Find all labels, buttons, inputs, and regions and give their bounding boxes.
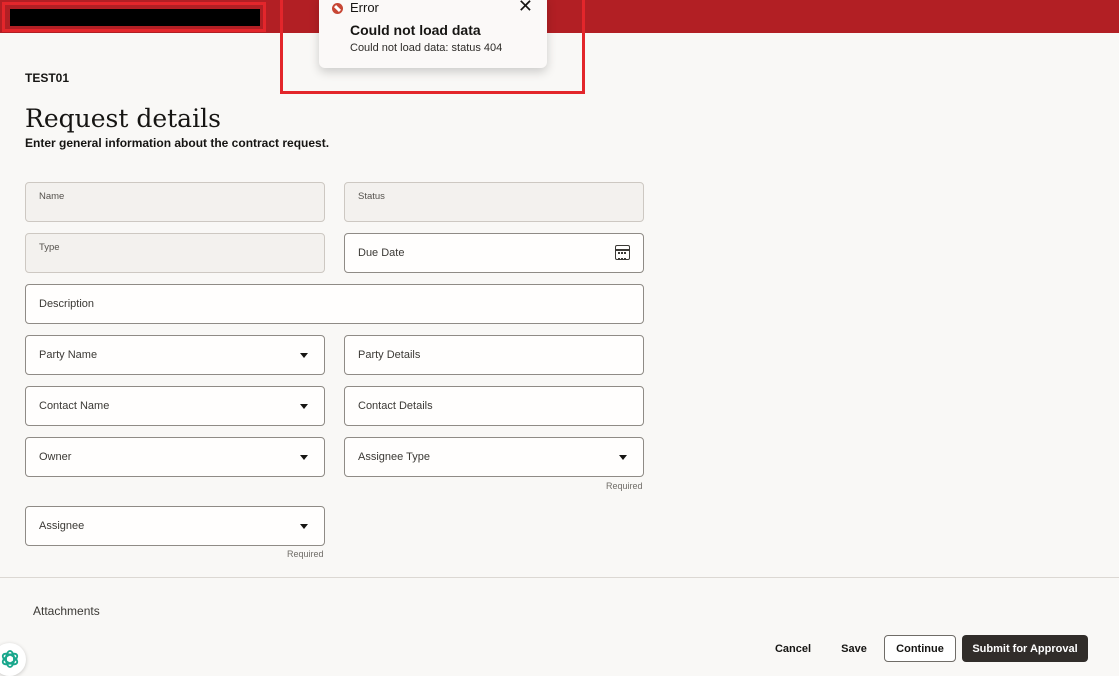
contact-details-label: Contact Details <box>358 400 433 412</box>
assignee-type-required-hint: Required <box>606 481 643 491</box>
attachments-section-heading: Attachments <box>33 606 123 616</box>
assignee-select[interactable]: Assignee <box>25 506 325 546</box>
assignee-label: Assignee <box>39 520 85 532</box>
toast-headline: Could not load data <box>350 22 481 38</box>
chevron-down-icon <box>619 455 627 460</box>
chevron-down-icon <box>300 353 308 358</box>
toast-detail: Could not load data: status 404 <box>350 42 503 54</box>
description-field[interactable]: Description <box>25 284 644 324</box>
assistant-icon <box>1 650 19 668</box>
record-id: TEST01 <box>25 71 70 85</box>
chevron-down-icon <box>300 404 308 409</box>
owner-label: Owner <box>39 451 72 463</box>
owner-select[interactable]: Owner <box>25 437 325 477</box>
party-details-field[interactable]: Party Details <box>344 335 644 375</box>
error-icon <box>332 3 343 14</box>
contact-name-label: Contact Name <box>39 400 110 412</box>
status-field[interactable]: Status <box>344 182 644 222</box>
party-name-select[interactable]: Party Name <box>25 335 325 375</box>
page-subtitle: Enter general information about the cont… <box>25 136 330 150</box>
continue-button[interactable]: Continue <box>884 635 956 662</box>
assignee-type-select[interactable]: Assignee Type <box>344 437 644 477</box>
assistant-button[interactable] <box>0 643 26 676</box>
chevron-down-icon <box>300 455 308 460</box>
section-divider <box>0 577 1119 578</box>
calendar-icon[interactable] <box>615 245 630 260</box>
status-label: Status <box>358 191 385 202</box>
due-date-field[interactable]: Due Date <box>344 233 644 273</box>
type-label: Type <box>39 242 60 253</box>
save-button[interactable]: Save <box>832 635 876 662</box>
party-details-label: Party Details <box>358 349 421 361</box>
redacted-app-title <box>10 9 260 26</box>
toast-severity: Error <box>350 0 379 15</box>
chevron-down-icon <box>300 524 308 529</box>
assignee-type-label: Assignee Type <box>358 451 430 463</box>
due-date-label: Due Date <box>358 247 405 259</box>
contact-name-select[interactable]: Contact Name <box>25 386 325 426</box>
name-field[interactable]: Name <box>25 182 325 222</box>
name-label: Name <box>39 191 65 202</box>
party-name-label: Party Name <box>39 349 98 361</box>
cancel-button[interactable]: Cancel <box>766 635 820 662</box>
close-icon[interactable]: ✕ <box>518 0 533 15</box>
submit-for-approval-button[interactable]: Submit for Approval <box>962 635 1088 662</box>
error-toast: Error ✕ Could not load data Could not lo… <box>319 0 547 68</box>
contact-details-field[interactable]: Contact Details <box>344 386 644 426</box>
attachments-heading-text: Attachments <box>33 606 100 616</box>
page-title: Request details <box>25 104 221 133</box>
type-field[interactable]: Type <box>25 233 325 273</box>
description-label: Description <box>39 298 95 310</box>
assignee-required-hint: Required <box>287 549 324 559</box>
